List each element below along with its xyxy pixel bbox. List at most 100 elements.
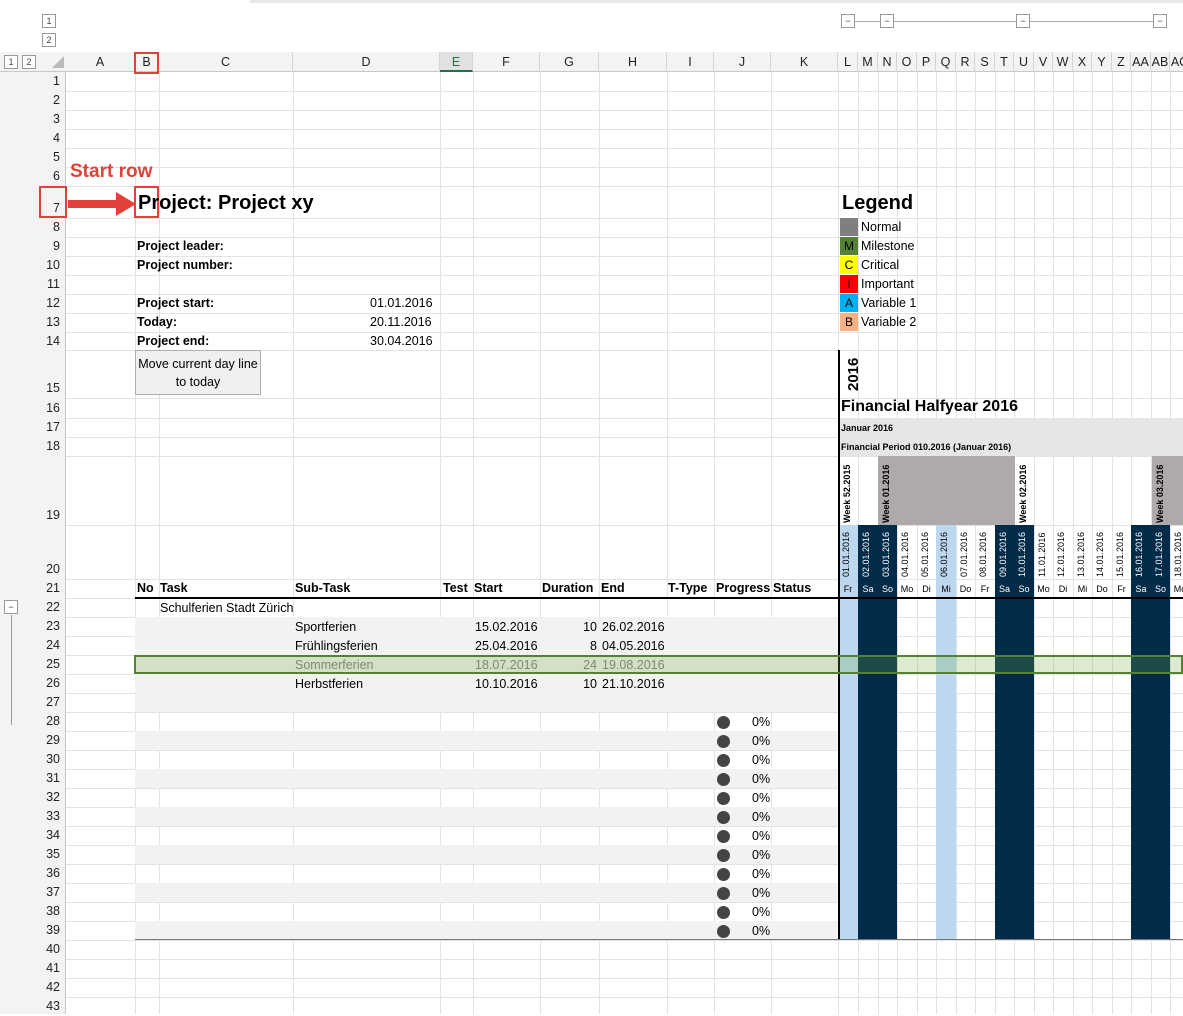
row-header-21[interactable]: 21 xyxy=(36,579,66,598)
row-header-3[interactable]: 3 xyxy=(36,110,66,129)
row-header-37[interactable]: 37 xyxy=(36,883,66,902)
column-header-AB[interactable]: AB xyxy=(1151,52,1170,72)
progress-cell[interactable]: 0% xyxy=(752,922,770,941)
row-header-25[interactable]: 25 xyxy=(36,655,66,674)
col-collapse-button[interactable]: − xyxy=(841,14,855,28)
column-header-AC[interactable]: AC xyxy=(1170,52,1183,72)
end-cell[interactable]: 04.05.2016 xyxy=(602,637,665,656)
progress-cell[interactable]: 0% xyxy=(752,732,770,751)
row-header-15[interactable]: 15 xyxy=(36,350,66,398)
row-header-16[interactable]: 16 xyxy=(36,398,66,418)
project-end-value[interactable]: 30.04.2016 xyxy=(370,332,433,351)
row-header-20[interactable]: 20 xyxy=(36,525,66,579)
task-group-label[interactable]: Schulferien Stadt Zürich xyxy=(160,599,293,618)
row-header-42[interactable]: 42 xyxy=(36,978,66,997)
row-header-35[interactable]: 35 xyxy=(36,845,66,864)
column-header-U[interactable]: U xyxy=(1014,52,1034,72)
progress-cell[interactable]: 0% xyxy=(752,789,770,808)
row-header-41[interactable]: 41 xyxy=(36,959,66,978)
column-header-I[interactable]: I xyxy=(667,52,714,72)
row-header-19[interactable]: 19 xyxy=(36,456,66,525)
subtask-cell[interactable]: Sportferien xyxy=(295,618,356,637)
progress-cell[interactable]: 0% xyxy=(752,903,770,922)
column-header-A[interactable]: A xyxy=(66,52,135,72)
column-header-F[interactable]: F xyxy=(473,52,540,72)
column-header-J[interactable]: J xyxy=(714,52,771,72)
row-header-27[interactable]: 27 xyxy=(36,693,66,712)
row-header-6[interactable]: 6 xyxy=(36,167,66,186)
today-value[interactable]: 20.11.2016 xyxy=(370,313,432,332)
row-header-5[interactable]: 5 xyxy=(36,148,66,167)
column-header-R[interactable]: R xyxy=(956,52,975,72)
col-outline-level-1[interactable]: 1 xyxy=(4,55,18,69)
column-header-E[interactable]: E xyxy=(440,52,473,72)
row-header-38[interactable]: 38 xyxy=(36,902,66,921)
row-header-9[interactable]: 9 xyxy=(36,237,66,256)
column-header-K[interactable]: K xyxy=(771,52,838,72)
row-header-13[interactable]: 13 xyxy=(36,313,66,332)
row-header-34[interactable]: 34 xyxy=(36,826,66,845)
progress-cell[interactable]: 0% xyxy=(752,808,770,827)
end-cell[interactable]: 26.02.2016 xyxy=(602,618,665,637)
progress-cell[interactable]: 0% xyxy=(752,884,770,903)
col-collapse-button[interactable]: − xyxy=(1016,14,1030,28)
move-day-line-button[interactable]: Move current day line to today xyxy=(135,350,261,395)
row-header-17[interactable]: 17 xyxy=(36,418,66,437)
column-header-M[interactable]: M xyxy=(858,52,878,72)
start-cell[interactable]: 15.02.2016 xyxy=(475,618,538,637)
row-header-22[interactable]: 22 xyxy=(36,598,66,617)
start-cell[interactable]: 25.04.2016 xyxy=(475,637,538,656)
project-start-value[interactable]: 01.01.2016 xyxy=(370,294,433,313)
row-header-12[interactable]: 12 xyxy=(36,294,66,313)
subtask-cell[interactable]: Herbstferien xyxy=(295,675,363,694)
column-header-W[interactable]: W xyxy=(1053,52,1073,72)
progress-cell[interactable]: 0% xyxy=(752,827,770,846)
column-header-N[interactable]: N xyxy=(878,52,897,72)
column-header-P[interactable]: P xyxy=(917,52,936,72)
row-header-18[interactable]: 18 xyxy=(36,437,66,456)
row-header-2[interactable]: 2 xyxy=(36,91,66,110)
col-collapse-button[interactable]: − xyxy=(1153,14,1167,28)
column-header-T[interactable]: T xyxy=(995,52,1014,72)
column-header-Z[interactable]: Z xyxy=(1112,52,1131,72)
row-header-24[interactable]: 24 xyxy=(36,636,66,655)
row-header-14[interactable]: 14 xyxy=(36,332,66,350)
column-header-X[interactable]: X xyxy=(1073,52,1092,72)
row-header-28[interactable]: 28 xyxy=(36,712,66,731)
column-header-Y[interactable]: Y xyxy=(1092,52,1112,72)
select-all-corner[interactable] xyxy=(52,56,64,68)
progress-cell[interactable]: 0% xyxy=(752,751,770,770)
column-header-G[interactable]: G xyxy=(540,52,599,72)
row-outline-level-1[interactable]: 1 xyxy=(42,14,56,28)
row-header-8[interactable]: 8 xyxy=(36,218,66,237)
column-header-S[interactable]: S xyxy=(975,52,995,72)
progress-cell[interactable]: 0% xyxy=(752,865,770,884)
row-header-33[interactable]: 33 xyxy=(36,807,66,826)
column-header-H[interactable]: H xyxy=(599,52,667,72)
end-cell[interactable]: 21.10.2016 xyxy=(602,675,665,694)
column-header-AA[interactable]: AA xyxy=(1131,52,1151,72)
row-header-40[interactable]: 40 xyxy=(36,940,66,959)
column-header-D[interactable]: D xyxy=(293,52,440,72)
row-header-11[interactable]: 11 xyxy=(36,275,66,294)
row-header-31[interactable]: 31 xyxy=(36,769,66,788)
subtask-cell[interactable]: Frühlingsferien xyxy=(295,637,378,656)
col-outline-level-2[interactable]: 2 xyxy=(22,55,36,69)
row-header-1[interactable]: 1 xyxy=(36,72,66,91)
row-header-26[interactable]: 26 xyxy=(36,674,66,693)
row-outline-level-2[interactable]: 2 xyxy=(42,33,56,47)
row-group-collapse[interactable]: − xyxy=(4,600,18,614)
column-header-Q[interactable]: Q xyxy=(936,52,956,72)
duration-cell[interactable]: 10 xyxy=(540,675,597,694)
row-header-4[interactable]: 4 xyxy=(36,129,66,148)
row-header-23[interactable]: 23 xyxy=(36,617,66,636)
row-header-30[interactable]: 30 xyxy=(36,750,66,769)
column-header-L[interactable]: L xyxy=(838,52,858,72)
column-header-V[interactable]: V xyxy=(1034,52,1053,72)
row-header-36[interactable]: 36 xyxy=(36,864,66,883)
row-header-39[interactable]: 39 xyxy=(36,921,66,940)
row-header-32[interactable]: 32 xyxy=(36,788,66,807)
row-header-29[interactable]: 29 xyxy=(36,731,66,750)
column-header-O[interactable]: O xyxy=(897,52,917,72)
progress-cell[interactable]: 0% xyxy=(752,770,770,789)
